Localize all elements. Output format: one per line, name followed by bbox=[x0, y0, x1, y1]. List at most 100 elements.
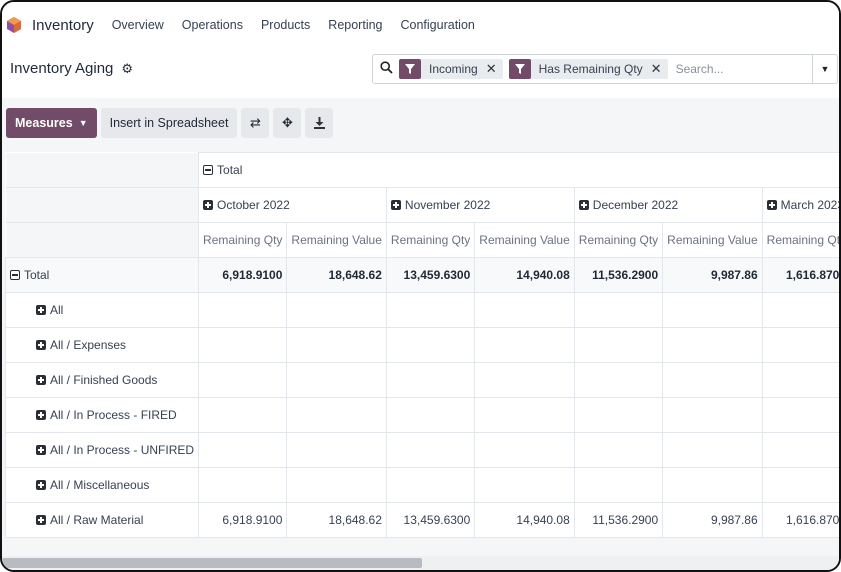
close-icon[interactable]: ✕ bbox=[649, 59, 668, 79]
value-cell[interactable] bbox=[761, 397, 839, 433]
value-cell[interactable]: 14,940.08 bbox=[474, 257, 575, 293]
value-cell[interactable] bbox=[662, 327, 763, 363]
flip-axis-button[interactable]: ⇄ bbox=[241, 108, 270, 138]
nav-overview[interactable]: Overview bbox=[112, 18, 164, 32]
value-cell[interactable] bbox=[761, 432, 839, 468]
value-cell[interactable]: 11,536.2900 bbox=[573, 502, 664, 538]
col-header-month[interactable]: March 2023 bbox=[761, 187, 841, 223]
row-header[interactable]: All / In Process - UNFIRED bbox=[4, 432, 200, 468]
search-input[interactable] bbox=[673, 58, 818, 80]
row-header[interactable]: All / Raw Material bbox=[4, 502, 200, 538]
value-cell[interactable] bbox=[474, 432, 575, 468]
value-cell[interactable] bbox=[286, 397, 387, 433]
month-label: March 2023 bbox=[780, 198, 841, 212]
row-header[interactable]: All / Finished Goods bbox=[4, 362, 200, 398]
value-cell[interactable] bbox=[573, 397, 664, 433]
value-cell[interactable] bbox=[198, 397, 288, 433]
value-cell[interactable] bbox=[474, 467, 575, 503]
value-cell[interactable] bbox=[198, 467, 288, 503]
filter-facet-incoming: Incoming ✕ bbox=[399, 59, 503, 79]
measures-button[interactable]: Measures ▼ bbox=[6, 108, 97, 138]
value-cell[interactable] bbox=[662, 292, 763, 328]
value-cell[interactable] bbox=[286, 432, 387, 468]
caret-down-icon[interactable]: ▼ bbox=[812, 55, 837, 83]
value-cell[interactable]: 9,987.86 bbox=[662, 257, 763, 293]
value-cell[interactable] bbox=[662, 467, 763, 503]
value-cell[interactable]: 6,918.9100 bbox=[198, 502, 288, 538]
value-cell[interactable]: 13,459.6300 bbox=[385, 502, 476, 538]
value-cell[interactable] bbox=[761, 362, 839, 398]
row-header[interactable]: All / In Process - FIRED bbox=[4, 397, 200, 433]
col-header-month[interactable]: October 2022 bbox=[198, 187, 387, 223]
value-cell[interactable] bbox=[286, 467, 387, 503]
value-cell[interactable]: 18,648.62 bbox=[286, 502, 387, 538]
value-cell[interactable] bbox=[198, 432, 288, 468]
measure-header[interactable]: Remaining Value bbox=[474, 222, 575, 258]
row-header[interactable]: All / Miscellaneous bbox=[4, 467, 200, 503]
value-cell[interactable] bbox=[385, 362, 476, 398]
nav-configuration[interactable]: Configuration bbox=[401, 18, 475, 32]
value-cell[interactable] bbox=[474, 327, 575, 363]
value-cell[interactable] bbox=[385, 467, 476, 503]
nav-operations[interactable]: Operations bbox=[182, 18, 243, 32]
inventory-app-icon[interactable] bbox=[6, 16, 22, 34]
download-button[interactable] bbox=[305, 108, 334, 138]
horizontal-scrollbar[interactable] bbox=[2, 556, 839, 570]
value-cell[interactable] bbox=[761, 467, 839, 503]
expand-all-button[interactable]: ✥ bbox=[273, 108, 302, 138]
value-cell[interactable] bbox=[286, 362, 387, 398]
measure-header[interactable]: Remaining Qty bbox=[198, 222, 288, 258]
search-icon[interactable] bbox=[373, 61, 399, 77]
nav-products[interactable]: Products bbox=[261, 18, 310, 32]
row-header-total[interactable]: Total bbox=[4, 257, 200, 293]
value-cell[interactable] bbox=[662, 432, 763, 468]
value-cell[interactable] bbox=[385, 432, 476, 468]
value-cell[interactable] bbox=[474, 292, 575, 328]
value-cell[interactable]: 1,616.8700 bbox=[761, 257, 839, 293]
value-cell[interactable] bbox=[573, 467, 664, 503]
value-cell[interactable]: 9,987.86 bbox=[662, 502, 763, 538]
value-cell[interactable] bbox=[198, 362, 288, 398]
expand-icon bbox=[766, 200, 777, 210]
value-cell[interactable] bbox=[198, 292, 288, 328]
value-cell[interactable] bbox=[474, 362, 575, 398]
value-cell[interactable] bbox=[474, 397, 575, 433]
app-name[interactable]: Inventory bbox=[32, 17, 94, 34]
value-cell[interactable] bbox=[761, 327, 839, 363]
col-header-month[interactable]: November 2022 bbox=[385, 187, 575, 223]
value-cell[interactable] bbox=[286, 327, 387, 363]
value-cell[interactable] bbox=[662, 397, 763, 433]
value-cell[interactable]: 13,459.6300 bbox=[385, 257, 476, 293]
measure-header[interactable]: Remaining Qty bbox=[761, 222, 839, 258]
row-header[interactable]: All bbox=[4, 292, 200, 328]
month-label: December 2022 bbox=[592, 198, 679, 212]
value-cell[interactable] bbox=[573, 432, 664, 468]
value-cell[interactable] bbox=[761, 292, 839, 328]
value-cell[interactable]: 14,940.08 bbox=[474, 502, 575, 538]
col-header-month[interactable]: December 2022 bbox=[573, 187, 763, 223]
insert-in-spreadsheet-button[interactable]: Insert in Spreadsheet bbox=[100, 108, 238, 138]
measure-header[interactable]: Remaining Value bbox=[662, 222, 763, 258]
value-cell[interactable] bbox=[573, 362, 664, 398]
value-cell[interactable] bbox=[385, 397, 476, 433]
measure-header[interactable]: Remaining Qty bbox=[385, 222, 476, 258]
value-cell[interactable]: 11,536.2900 bbox=[573, 257, 664, 293]
close-icon[interactable]: ✕ bbox=[484, 59, 503, 79]
value-cell[interactable]: 18,648.62 bbox=[286, 257, 387, 293]
value-cell[interactable] bbox=[662, 362, 763, 398]
row-header[interactable]: All / Expenses bbox=[4, 327, 200, 363]
col-header-total[interactable]: Total bbox=[198, 152, 839, 188]
gear-icon[interactable]: ⚙ bbox=[121, 61, 133, 77]
measure-header[interactable]: Remaining Value bbox=[286, 222, 387, 258]
value-cell[interactable] bbox=[385, 292, 476, 328]
value-cell[interactable] bbox=[286, 292, 387, 328]
measure-header[interactable]: Remaining Qty bbox=[573, 222, 664, 258]
value-cell[interactable]: 1,616.8700 bbox=[761, 502, 839, 538]
value-cell[interactable] bbox=[573, 292, 664, 328]
value-cell[interactable] bbox=[198, 327, 288, 363]
nav-reporting[interactable]: Reporting bbox=[328, 18, 382, 32]
value-cell[interactable] bbox=[573, 327, 664, 363]
scrollbar-thumb[interactable] bbox=[2, 558, 422, 568]
value-cell[interactable] bbox=[385, 327, 476, 363]
value-cell[interactable]: 6,918.9100 bbox=[198, 257, 288, 293]
